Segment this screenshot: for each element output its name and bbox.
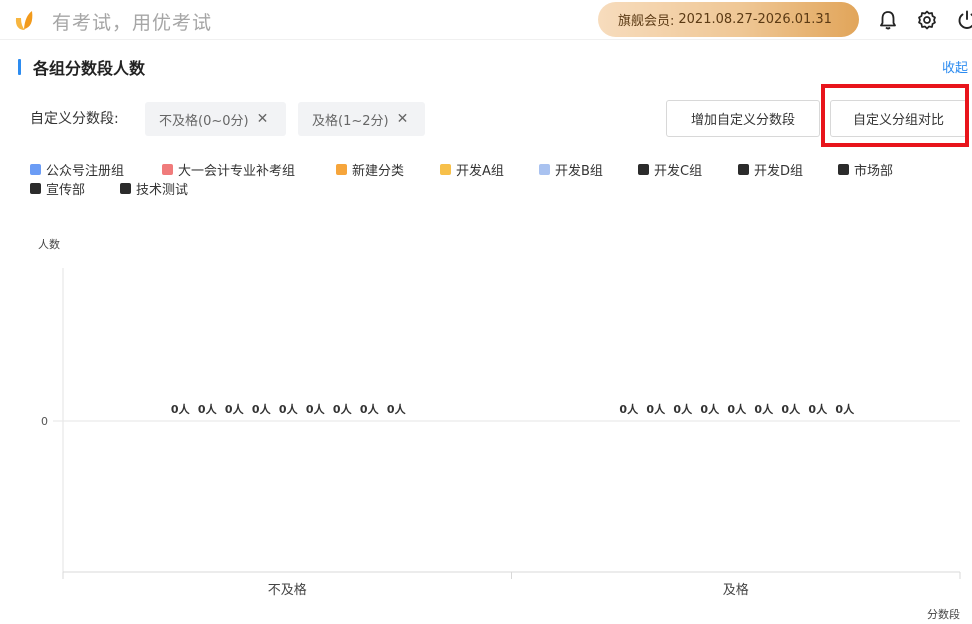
custom-range-label: 自定义分数段: bbox=[30, 111, 119, 127]
legend-label: 宣传部 bbox=[46, 183, 86, 198]
bar-data-label: 0人 bbox=[279, 402, 299, 416]
legend-swatch bbox=[638, 164, 649, 175]
range-chip-label: 不及格(0~0分) bbox=[159, 113, 249, 129]
bar-data-label: 0人 bbox=[727, 402, 747, 416]
legend-label: 市场部 bbox=[854, 164, 894, 179]
bar-data-label: 0人 bbox=[387, 402, 407, 416]
logo-icon bbox=[15, 11, 33, 30]
bell-icon[interactable] bbox=[877, 9, 899, 31]
bar-data-label: 0人 bbox=[619, 402, 639, 416]
section-accent-bar bbox=[18, 59, 21, 75]
legend-label: 新建分类 bbox=[352, 164, 405, 179]
bar-data-label: 0人 bbox=[673, 402, 693, 416]
legend-item[interactable]: 市场部 bbox=[838, 160, 893, 179]
bar-data-label: 0人 bbox=[835, 402, 855, 416]
vip-label: 旗舰会员: bbox=[618, 14, 675, 29]
legend-swatch bbox=[30, 164, 41, 175]
legend-label: 开发A组 bbox=[456, 164, 504, 179]
legend-item[interactable]: 开发D组 bbox=[738, 160, 803, 179]
legend-swatch bbox=[30, 183, 41, 194]
x-tick-label: 及格 bbox=[723, 582, 749, 598]
legend-label: 技术测试 bbox=[136, 183, 189, 198]
bar-data-label: 0人 bbox=[646, 402, 666, 416]
bar-data-label: 0人 bbox=[333, 402, 353, 416]
bar-data-label: 0人 bbox=[700, 402, 720, 416]
legend-swatch bbox=[539, 164, 550, 175]
close-icon[interactable]: ✕ bbox=[397, 111, 409, 127]
legend-item[interactable]: 大一会计专业补考组 bbox=[162, 160, 295, 179]
legend-label: 开发C组 bbox=[654, 164, 703, 179]
bar-data-label: 0人 bbox=[306, 402, 326, 416]
close-icon[interactable]: ✕ bbox=[257, 111, 269, 127]
legend-swatch bbox=[120, 183, 131, 194]
legend-label: 大一会计专业补考组 bbox=[178, 164, 296, 179]
bar-data-label: 0人 bbox=[360, 402, 380, 416]
legend-item[interactable]: 公众号注册组 bbox=[30, 160, 124, 179]
legend-item[interactable]: 开发C组 bbox=[638, 160, 702, 179]
section-title: 各组分数段人数 bbox=[33, 59, 146, 78]
legend-swatch bbox=[336, 164, 347, 175]
y-tick-label: 0 bbox=[41, 415, 48, 428]
bar-data-label: 0人 bbox=[808, 402, 828, 416]
legend-swatch bbox=[162, 164, 173, 175]
legend-label: 开发D组 bbox=[754, 164, 804, 179]
legend-item[interactable]: 开发A组 bbox=[440, 160, 504, 179]
x-tick-label: 不及格 bbox=[268, 582, 307, 598]
legend-item[interactable]: 技术测试 bbox=[120, 179, 188, 198]
power-icon[interactable] bbox=[956, 9, 972, 31]
section-header: 各组分数段人数 bbox=[18, 56, 145, 78]
y-axis-label: 人数 bbox=[38, 238, 60, 251]
score-range-bar-chart: 人数 0 不及格 及格分数段 0人 0人 0人 0人 0人 0人 0人 0人 0人 0人 0人 0人 0人 0人 0… bbox=[38, 238, 961, 621]
legend-label: 公众号注册组 bbox=[46, 164, 125, 179]
vip-period: 2021.08.27-2026.01.31 bbox=[678, 12, 832, 27]
app-slogan: 有考试，用优考试 bbox=[52, 12, 213, 34]
range-chip: 及格(1~2分) ✕ bbox=[298, 102, 425, 136]
gear-icon[interactable] bbox=[916, 9, 938, 31]
bar-data-label: 0人 bbox=[198, 402, 218, 416]
bar-data-label: 0人 bbox=[171, 402, 191, 416]
bar-data-label: 0人 bbox=[754, 402, 774, 416]
bar-data-label: 0人 bbox=[225, 402, 245, 416]
range-chip-label: 及格(1~2分) bbox=[312, 113, 389, 129]
bar-data-label: 0人 bbox=[781, 402, 801, 416]
collapse-link[interactable]: 收起 bbox=[942, 57, 968, 76]
range-chip: 不及格(0~0分) ✕ bbox=[145, 102, 286, 136]
bar-data-label: 0人 bbox=[252, 402, 272, 416]
legend-swatch bbox=[838, 164, 849, 175]
vip-badge[interactable]: 旗舰会员: 2021.08.27-2026.01.31 bbox=[598, 2, 859, 37]
highlight-box bbox=[821, 84, 969, 147]
legend-label: 开发B组 bbox=[555, 164, 603, 179]
legend-item[interactable]: 开发B组 bbox=[539, 160, 603, 179]
add-custom-range-button[interactable]: 增加自定义分数段 bbox=[666, 100, 820, 137]
legend-swatch bbox=[738, 164, 749, 175]
legend-swatch bbox=[440, 164, 451, 175]
legend-item[interactable]: 宣传部 bbox=[30, 179, 85, 198]
legend-item[interactable]: 新建分类 bbox=[336, 160, 404, 179]
top-bar: 有考试，用优考试 旗舰会员: 2021.08.27-2026.01.31 bbox=[0, 0, 972, 40]
x-axis-label: 分数段 bbox=[927, 607, 960, 621]
